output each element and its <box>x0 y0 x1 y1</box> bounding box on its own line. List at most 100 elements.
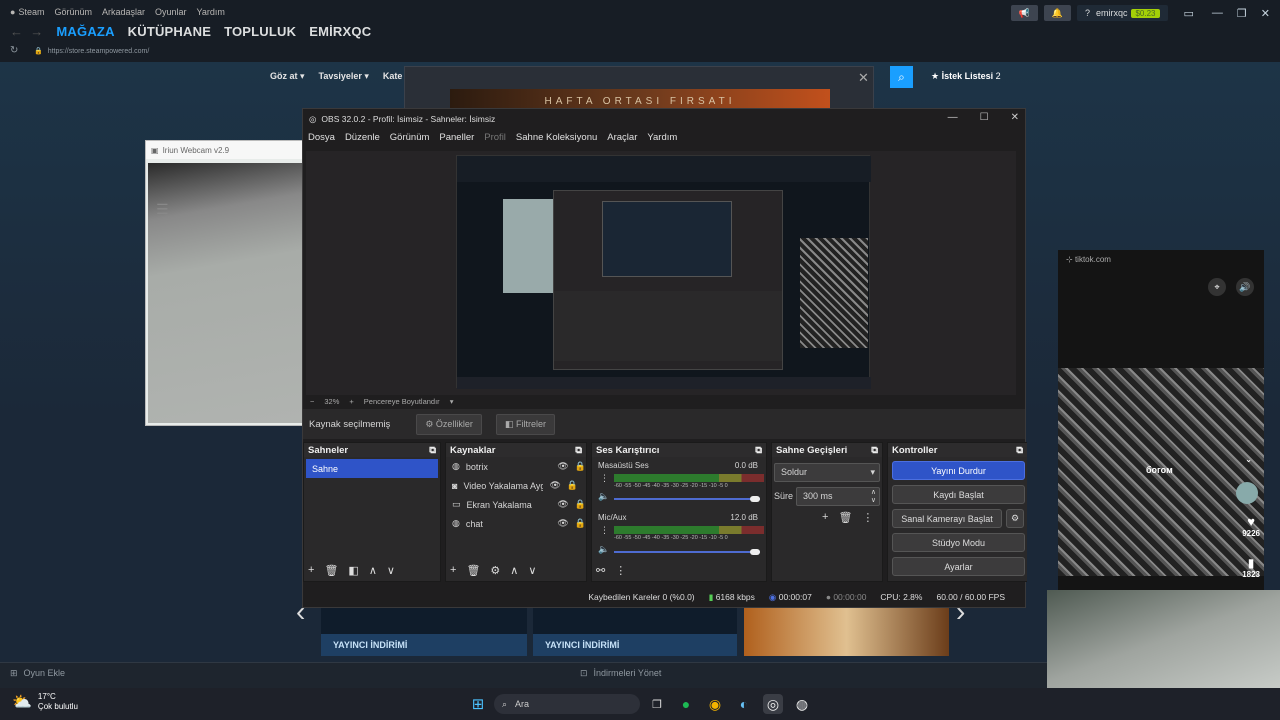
dock-popout-icon[interactable]: ⧉ <box>755 445 762 456</box>
store-nav-categories[interactable]: Kate <box>383 71 403 82</box>
hamburger-icon[interactable]: ☰ <box>156 201 169 218</box>
store-nav-recommend[interactable]: Tavsiyeler ▾ <box>319 71 369 82</box>
steam-icon[interactable]: ◐ <box>734 694 754 714</box>
iriun-webcam-window[interactable]: ▣ Iriun Webcam v2.9 ☰ <box>145 140 305 426</box>
close-icon[interactable]: ✕ <box>1011 112 1019 123</box>
search-button[interactable]: ⌕ <box>890 66 913 88</box>
like-button[interactable]: ♥ 9226 <box>1242 514 1260 538</box>
up-icon[interactable]: ∧ <box>369 564 377 577</box>
menu-help[interactable]: Yardım <box>647 132 677 143</box>
restore-icon[interactable]: ❐ <box>1237 7 1247 20</box>
chevron-down-icon[interactable]: ⌄ <box>1245 455 1252 464</box>
down-icon[interactable]: ∨ <box>528 564 536 577</box>
add-icon[interactable]: + <box>822 511 828 524</box>
volume-slider-knob[interactable] <box>750 496 760 502</box>
dock-popout-icon[interactable]: ⧉ <box>429 445 436 456</box>
eye-icon[interactable]: 👁 <box>557 461 568 472</box>
volume-icon[interactable]: 🔊 <box>1236 278 1254 296</box>
obs-preview-area[interactable] <box>306 151 1016 395</box>
nav-community[interactable]: TOPLULUK <box>224 24 296 39</box>
zoom-in-icon[interactable]: + <box>349 397 353 406</box>
menu-games[interactable]: Oyunlar <box>155 7 187 17</box>
windows-start-icon[interactable]: ⊞ <box>468 694 488 714</box>
close-icon[interactable]: ✕ <box>1261 7 1270 20</box>
add-icon[interactable]: + <box>308 564 314 577</box>
preview-canvas[interactable] <box>456 155 871 389</box>
menu-edit[interactable]: Düzenle <box>345 132 380 143</box>
volume-slider[interactable] <box>614 498 760 500</box>
nav-store[interactable]: MAĞAZA <box>56 24 114 39</box>
dock-popout-icon[interactable]: ⧉ <box>871 445 878 456</box>
studio-mode-button[interactable]: Stüdyo Modu <box>892 533 1025 552</box>
menu-scene-collection[interactable]: Sahne Koleksiyonu <box>516 132 597 143</box>
trash-icon[interactable]: 🗑 <box>838 511 852 524</box>
store-nav-browse[interactable]: Göz at ▾ <box>270 71 305 82</box>
obs-window[interactable]: ◎ OBS 32.0.2 - Profil: İsimsiz - Sahneler… <box>302 108 1027 608</box>
menu-profile[interactable]: Profil <box>484 132 506 143</box>
settings-button[interactable]: Ayarlar <box>892 557 1025 576</box>
kebab-icon[interactable]: ⋮ <box>600 473 609 484</box>
weather-widget[interactable]: ⛅ 17°C Çok bulutlu <box>12 692 78 712</box>
lock-icon[interactable]: 🔒 <box>575 461 586 472</box>
lock-icon[interactable]: 🔒 <box>567 480 578 491</box>
resize-to-window[interactable]: Pencereye Boyutlandır <box>364 397 440 406</box>
account-button[interactable]: ? emirxqc $0.23 <box>1076 5 1168 21</box>
menu-help[interactable]: Yardım <box>197 7 225 17</box>
add-game-button[interactable]: ⊞ Oyun Ekle <box>10 668 65 679</box>
kebab-icon[interactable]: ⋮ <box>862 511 873 524</box>
source-item[interactable]: ◍ botrix 👁 🔒 <box>446 457 586 476</box>
volume-slider-knob[interactable] <box>750 549 760 555</box>
eye-icon[interactable]: 👁 <box>549 480 560 491</box>
popup-close-icon[interactable]: ✕ <box>858 70 869 86</box>
avatar[interactable] <box>1236 482 1258 504</box>
taskbar-search[interactable]: ⌕ Ara <box>494 694 640 714</box>
pin-icon[interactable]: ⌖ <box>1208 278 1226 296</box>
save-button[interactable]: ▮ 1823 <box>1242 556 1260 579</box>
menu-view[interactable]: Görünüm <box>390 132 430 143</box>
maximize-icon[interactable]: ☐ <box>980 112 989 123</box>
kebab-icon[interactable]: ⋮ <box>600 525 609 536</box>
start-virtual-camera-button[interactable]: Sanal Kamerayı Başlat <box>892 509 1002 528</box>
stop-stream-button[interactable]: Yayını Durdur <box>892 461 1025 480</box>
back-arrow-icon[interactable]: ← <box>10 24 23 39</box>
monitor-icon[interactable]: ▭ <box>1184 7 1194 20</box>
nav-profile[interactable]: EMİRXQC <box>309 24 371 39</box>
forward-arrow-icon[interactable]: → <box>30 24 43 39</box>
menu-tools[interactable]: Araçlar <box>607 132 637 143</box>
dock-popout-icon[interactable]: ⧉ <box>1016 445 1023 456</box>
zoom-out-icon[interactable]: − <box>310 397 314 406</box>
eye-icon[interactable]: 👁 <box>557 499 568 510</box>
source-item[interactable]: ◍ chat 👁 🔒 <box>446 514 586 533</box>
properties-button[interactable]: ⚙ Özellikler <box>416 413 482 435</box>
kebab-icon[interactable]: ⋮ <box>615 564 626 577</box>
obs-icon[interactable]: ◎ <box>763 694 783 714</box>
source-item[interactable]: ▭ Ekran Yakalama 👁 🔒 <box>446 495 586 514</box>
chevron-down-icon[interactable]: ▾ <box>450 397 454 406</box>
filters-button[interactable]: ◧ Filtreler <box>495 413 555 435</box>
link-icon[interactable]: ⚯ <box>596 564 605 577</box>
dock-popout-icon[interactable]: ⧉ <box>575 445 582 456</box>
speaker-icon[interactable]: 🔈 <box>598 544 609 555</box>
nav-library[interactable]: KÜTÜPHANE <box>128 24 211 39</box>
task-view-icon[interactable]: ❐ <box>647 694 667 714</box>
lock-icon[interactable]: 🔒 <box>575 499 586 510</box>
scene-item[interactable]: Sahne <box>306 459 438 478</box>
streamer-sale-card-3[interactable] <box>744 600 949 656</box>
source-item[interactable]: ◙Video Yakalama Aygıtı👁🔒 <box>446 476 586 495</box>
iriun-icon[interactable]: ◍ <box>792 694 812 714</box>
menu-docks[interactable]: Paneller <box>439 132 474 143</box>
transition-select[interactable]: Soldur ▾ <box>774 463 880 482</box>
add-icon[interactable]: + <box>450 564 456 577</box>
manage-downloads-button[interactable]: ⊡ İndirmeleri Yönet <box>580 668 661 679</box>
minimize-icon[interactable]: — <box>1212 7 1223 19</box>
start-recording-button[interactable]: Kaydı Başlat <box>892 485 1025 504</box>
tiktok-window[interactable]: ⊹ tiktok.com ⌖ 🔊 богом ⌄ ♥ 9226 ▮ 1823 <box>1058 250 1264 590</box>
trash-icon[interactable]: 🗑 <box>324 564 338 577</box>
down-icon[interactable]: ∨ <box>387 564 395 577</box>
menu-view[interactable]: Görünüm <box>54 7 92 17</box>
stepper-icon[interactable]: ∧ ∨ <box>871 489 876 505</box>
minimize-icon[interactable]: — <box>948 112 958 123</box>
reload-icon[interactable]: ↻ <box>10 45 18 56</box>
speaker-icon[interactable]: 🔈 <box>598 491 609 502</box>
volume-slider[interactable] <box>614 551 760 553</box>
